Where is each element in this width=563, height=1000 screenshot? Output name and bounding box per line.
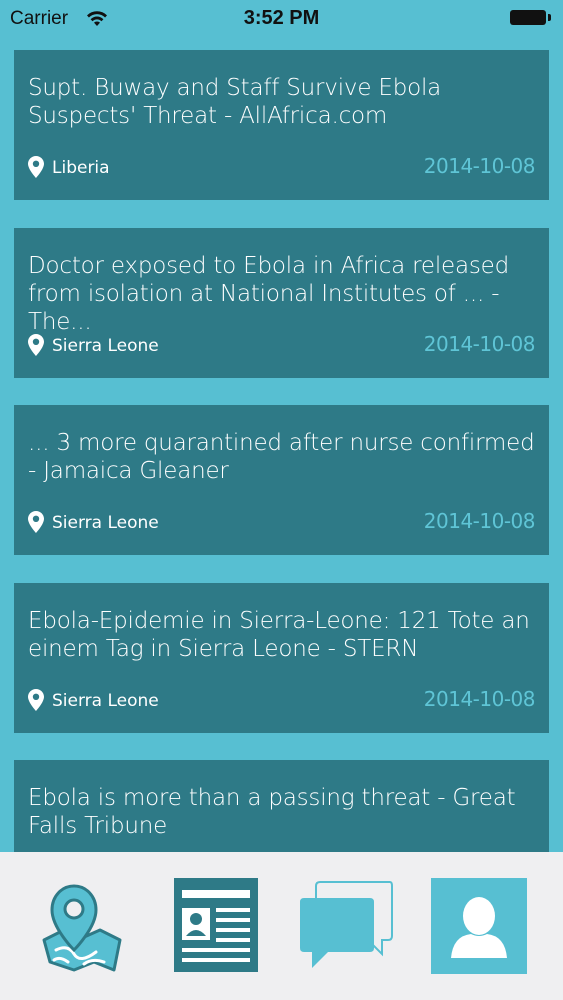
location-pin-icon — [28, 334, 44, 356]
tab-chat[interactable] — [298, 878, 394, 974]
news-title: Doctor exposed to Ebola in Africa releas… — [28, 253, 510, 335]
battery-icon — [510, 10, 546, 25]
status-bar: Carrier 3:52 PM — [0, 0, 563, 38]
location-pin-icon — [28, 156, 44, 178]
news-title: Supt. Buway and Staff Survive Ebola Susp… — [28, 75, 442, 129]
news-icon — [174, 878, 258, 972]
tab-map[interactable] — [34, 878, 130, 974]
news-date: 2014-10-08 — [423, 332, 536, 356]
news-date: 2014-10-08 — [423, 509, 536, 533]
news-location: Sierra Leone — [52, 336, 159, 356]
clock: 3:52 PM — [243, 7, 320, 29]
news-location: Sierra Leone — [52, 691, 159, 711]
news-item[interactable]: Ebola is more than a passing threat - Gr… — [14, 760, 549, 852]
news-title: Ebola is more than a passing threat - Gr… — [28, 785, 516, 839]
location-pin-icon — [28, 511, 44, 533]
tab-profile[interactable] — [431, 878, 527, 974]
news-title: Ebola-Epidemie in Sierra-Leone: 121 Tote… — [28, 608, 530, 662]
news-feed[interactable]: Supt. Buway and Staff Survive Ebola Susp… — [0, 0, 563, 852]
battery-tip — [548, 14, 551, 21]
news-item[interactable]: Ebola-Epidemie in Sierra-Leone: 121 Tote… — [14, 583, 549, 733]
news-date: 2014-10-08 — [423, 687, 536, 711]
location-pin-icon — [28, 689, 44, 711]
map-pin-icon — [42, 884, 122, 972]
news-location: Liberia — [52, 158, 110, 178]
news-item[interactable]: Doctor exposed to Ebola in Africa releas… — [14, 228, 549, 378]
news-date: 2014-10-08 — [423, 154, 536, 178]
chat-icon — [300, 881, 393, 968]
news-item[interactable]: ... 3 more quarantined after nurse confi… — [14, 405, 549, 555]
tab-news[interactable] — [172, 878, 268, 974]
news-title: ... 3 more quarantined after nurse confi… — [28, 430, 535, 484]
tab-bar — [0, 852, 563, 1000]
news-location: Sierra Leone — [52, 513, 159, 533]
profile-icon — [431, 878, 527, 974]
news-item[interactable]: Supt. Buway and Staff Survive Ebola Susp… — [14, 50, 549, 200]
